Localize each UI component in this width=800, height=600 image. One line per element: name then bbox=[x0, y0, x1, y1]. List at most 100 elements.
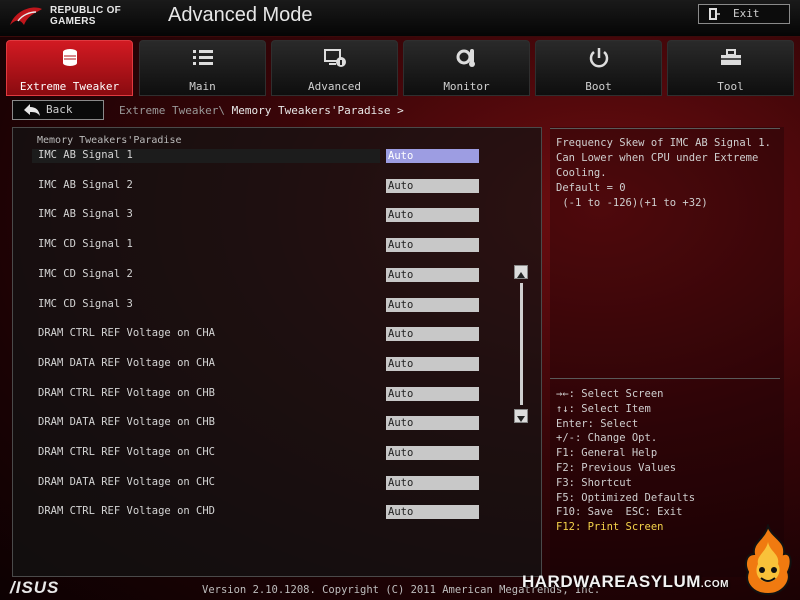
help-line: Default = 0 bbox=[556, 182, 626, 194]
back-button[interactable]: Back bbox=[12, 100, 104, 120]
tab-tool[interactable]: Tool bbox=[667, 40, 794, 96]
help-line: (-1 to -126)(+1 to +32) bbox=[556, 197, 708, 209]
back-label: Back bbox=[46, 103, 73, 116]
scroll-down-button[interactable] bbox=[514, 409, 528, 423]
tab-advanced[interactable]: Advanced bbox=[271, 40, 398, 96]
top-bar: REPUBLIC OF GAMERS Advanced Mode Exit bbox=[0, 0, 800, 37]
rog-eye-logo-icon bbox=[10, 7, 42, 25]
help-line: Can Lower when CPU under Extreme bbox=[556, 152, 759, 164]
main-tabs: Extreme Tweaker Main Advanced Monitor Bo… bbox=[6, 40, 798, 96]
setting-value-imc-cd-signal-2[interactable]: Auto bbox=[386, 268, 479, 282]
key-hint: F5: Optimized Defaults bbox=[556, 491, 696, 504]
watermark-main: HARDWAREASYLUM bbox=[522, 572, 701, 591]
brand-name: REPUBLIC OF GAMERS bbox=[50, 5, 121, 27]
key-hint: →←: Select Screen bbox=[556, 388, 664, 400]
setting-label: DRAM CTRL REF Voltage on CHB bbox=[38, 387, 216, 399]
help-divider-mid bbox=[550, 378, 780, 379]
setting-label: IMC AB Signal 3 bbox=[38, 208, 133, 220]
setting-label: IMC CD Signal 2 bbox=[38, 268, 133, 280]
power-icon bbox=[589, 48, 608, 68]
scroll-up-arrow-icon bbox=[517, 272, 525, 278]
tab-boot[interactable]: Boot bbox=[535, 40, 662, 96]
scroll-up-button[interactable] bbox=[514, 265, 528, 279]
setting-value-dram-data-ref-chb[interactable]: Auto bbox=[386, 416, 479, 430]
tab-label: Main bbox=[189, 80, 216, 93]
setting-label: DRAM DATA REF Voltage on CHB bbox=[38, 416, 216, 428]
asus-logo: /ISUS bbox=[10, 578, 60, 597]
key-hint: F10: Save ESC: Exit bbox=[556, 506, 683, 519]
setting-row-dram-ctrl-ref-chb[interactable]: DRAM CTRL REF Voltage on CHB bbox=[32, 387, 380, 401]
setting-value-imc-ab-signal-3[interactable]: Auto bbox=[386, 208, 479, 222]
setting-value-dram-ctrl-ref-chc[interactable]: Auto bbox=[386, 446, 479, 460]
setting-value-dram-ctrl-ref-chd[interactable]: Auto bbox=[386, 505, 479, 519]
advanced-icon bbox=[323, 49, 346, 67]
brand-line-2: GAMERS bbox=[50, 16, 96, 27]
tab-label: Tool bbox=[717, 80, 744, 93]
exit-label: Exit bbox=[733, 7, 760, 20]
mode-title: Advanced Mode bbox=[168, 4, 313, 26]
setting-value-dram-data-ref-chc[interactable]: Auto bbox=[386, 476, 479, 490]
breadcrumb-current: Memory Tweakers'Paradise > bbox=[224, 104, 404, 117]
setting-row-dram-ctrl-ref-cha[interactable]: DRAM CTRL REF Voltage on CHA bbox=[32, 327, 380, 341]
brand-line-1: REPUBLIC OF bbox=[50, 5, 122, 16]
setting-row-imc-cd-signal-2[interactable]: IMC CD Signal 2 bbox=[32, 268, 380, 282]
setting-value-imc-cd-signal-3[interactable]: Auto bbox=[386, 298, 479, 312]
setting-value-imc-ab-signal-2[interactable]: Auto bbox=[386, 179, 479, 193]
setting-row-dram-data-ref-chc[interactable]: DRAM DATA REF Voltage on CHC bbox=[32, 476, 380, 490]
breadcrumb: Extreme Tweaker\ Memory Tweakers'Paradis… bbox=[119, 104, 404, 117]
help-line: Frequency Skew of IMC AB Signal 1. bbox=[556, 137, 771, 149]
setting-label: IMC CD Signal 3 bbox=[38, 298, 133, 310]
setting-row-dram-data-ref-chb[interactable]: DRAM DATA REF Voltage on CHB bbox=[32, 416, 380, 430]
setting-label: IMC AB Signal 1 bbox=[38, 149, 133, 161]
key-legend: →←: Select Screen ↑↓: Select Item Enter:… bbox=[556, 387, 782, 535]
scrollbar-track[interactable] bbox=[520, 283, 523, 405]
key-hint: ↑↓: Select Item bbox=[556, 402, 651, 415]
tab-label: Advanced bbox=[308, 80, 361, 93]
tab-main[interactable]: Main bbox=[139, 40, 266, 96]
tab-label: Monitor bbox=[443, 80, 490, 93]
setting-row-imc-cd-signal-3[interactable]: IMC CD Signal 3 bbox=[32, 298, 380, 312]
key-hint: F3: Shortcut bbox=[556, 476, 632, 489]
setting-value-dram-data-ref-cha[interactable]: Auto bbox=[386, 357, 479, 371]
setting-value-imc-ab-signal-1[interactable]: Auto bbox=[386, 149, 479, 163]
tab-extreme-tweaker[interactable]: Extreme Tweaker bbox=[6, 40, 133, 96]
exit-door-icon bbox=[709, 8, 720, 20]
setting-label: DRAM DATA REF Voltage on CHC bbox=[38, 476, 216, 488]
setting-label: IMC CD Signal 1 bbox=[38, 238, 133, 250]
flame-mascot-icon bbox=[745, 524, 792, 596]
hardware-asylum-watermark: HARDWAREASYLUM.COM bbox=[522, 572, 729, 592]
setting-row-dram-ctrl-ref-chd[interactable]: DRAM CTRL REF Voltage on CHD bbox=[32, 505, 380, 519]
setting-value-dram-ctrl-ref-cha[interactable]: Auto bbox=[386, 327, 479, 341]
setting-label: DRAM DATA REF Voltage on CHA bbox=[38, 357, 216, 369]
setting-label: DRAM CTRL REF Voltage on CHD bbox=[38, 505, 216, 517]
setting-row-dram-data-ref-cha[interactable]: DRAM DATA REF Voltage on CHA bbox=[32, 357, 380, 371]
back-arrow-icon bbox=[24, 104, 40, 116]
tweaker-icon bbox=[62, 49, 77, 66]
scroll-down-arrow-icon bbox=[517, 416, 525, 422]
key-hint: Enter: Select bbox=[556, 417, 639, 430]
toolbox-icon bbox=[720, 49, 741, 65]
key-hint: +/-: Change Opt. bbox=[556, 432, 658, 445]
help-divider-top bbox=[550, 128, 780, 129]
tab-label: Extreme Tweaker bbox=[19, 80, 120, 93]
watermark-suffix: .COM bbox=[700, 579, 729, 590]
setting-row-dram-ctrl-ref-chc[interactable]: DRAM CTRL REF Voltage on CHC bbox=[32, 446, 380, 460]
breadcrumb-parent[interactable]: Extreme Tweaker\ bbox=[119, 104, 225, 117]
setting-row-imc-cd-signal-1[interactable]: IMC CD Signal 1 bbox=[32, 238, 380, 252]
setting-row-imc-ab-signal-1[interactable]: IMC AB Signal 1 bbox=[32, 149, 380, 163]
tab-label: Boot bbox=[585, 80, 612, 93]
tab-monitor[interactable]: Monitor bbox=[403, 40, 530, 96]
setting-value-dram-ctrl-ref-chb[interactable]: Auto bbox=[386, 387, 479, 401]
section-title: Memory Tweakers'Paradise bbox=[37, 135, 182, 146]
key-hint: F2: Previous Values bbox=[556, 461, 677, 474]
key-hint: F1: General Help bbox=[556, 447, 658, 460]
list-icon bbox=[192, 50, 213, 65]
setting-label: IMC AB Signal 2 bbox=[38, 179, 133, 191]
setting-label: DRAM CTRL REF Voltage on CHA bbox=[38, 327, 216, 339]
setting-row-imc-ab-signal-2[interactable]: IMC AB Signal 2 bbox=[32, 179, 380, 193]
setting-value-imc-cd-signal-1[interactable]: Auto bbox=[386, 238, 479, 252]
monitor-icon bbox=[456, 49, 475, 67]
exit-button[interactable]: Exit bbox=[698, 4, 790, 24]
setting-row-imc-ab-signal-3[interactable]: IMC AB Signal 3 bbox=[32, 208, 380, 222]
help-description: Frequency Skew of IMC AB Signal 1. Can Lo… bbox=[556, 136, 782, 211]
